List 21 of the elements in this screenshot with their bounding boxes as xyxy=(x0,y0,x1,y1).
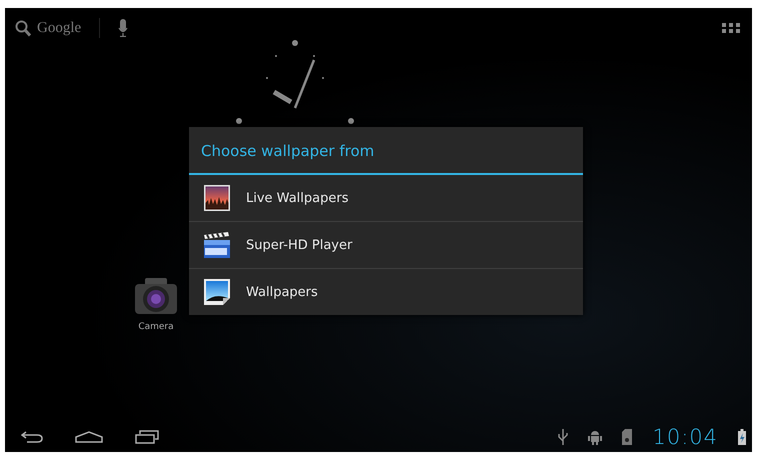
microphone-icon[interactable] xyxy=(118,19,128,37)
recent-apps-icon[interactable] xyxy=(135,430,159,444)
sunset-icon xyxy=(203,184,231,212)
back-icon[interactable] xyxy=(21,431,43,443)
camera-icon[interactable] xyxy=(133,276,179,316)
app-grid-icon[interactable] xyxy=(722,23,740,33)
sd-card-icon xyxy=(622,429,632,445)
menu-item[interactable]: Super-HD Player xyxy=(189,222,583,269)
battery-charging-icon xyxy=(738,429,746,445)
home-icon[interactable] xyxy=(75,431,103,443)
usb-icon xyxy=(558,429,568,445)
android-icon xyxy=(588,429,602,445)
search-label[interactable]: Google xyxy=(37,20,82,36)
menu-item[interactable]: Live Wallpapers xyxy=(189,175,583,222)
shortcut-label[interactable]: Camera xyxy=(138,322,174,332)
picture-icon xyxy=(203,278,231,306)
dialog-title: Choose wallpaper from xyxy=(189,127,583,175)
clapperboard-icon xyxy=(202,230,232,260)
search-icon[interactable] xyxy=(15,20,31,36)
clock-time[interactable]: 10:04 xyxy=(652,425,718,449)
menu-item[interactable]: Wallpapers xyxy=(189,269,583,315)
